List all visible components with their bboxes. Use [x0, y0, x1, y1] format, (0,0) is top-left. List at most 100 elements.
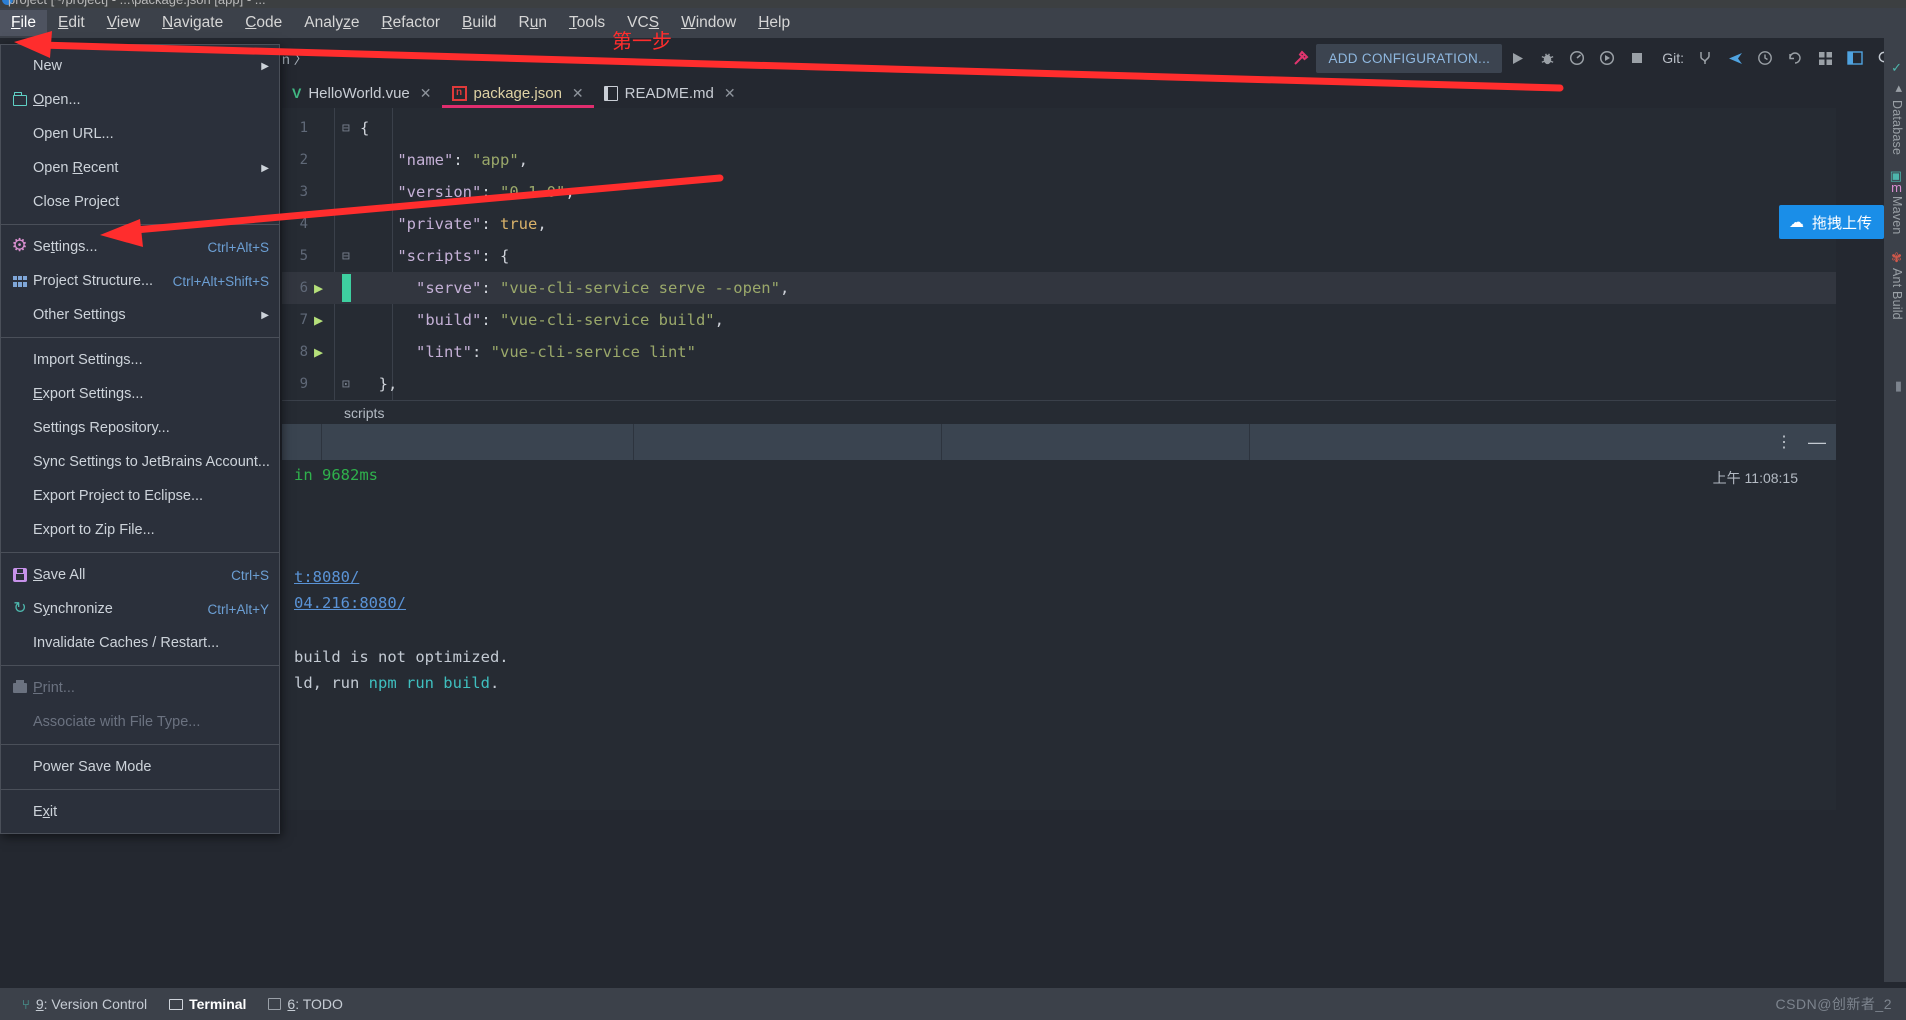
- menu-icon: [9, 385, 31, 403]
- menu-item-open-recent[interactable]: Open Recent ▶: [1, 151, 279, 185]
- close-icon[interactable]: ✕: [420, 85, 432, 102]
- right-strip-item-database[interactable]: Database: [1890, 100, 1904, 155]
- rollback-icon[interactable]: [1780, 43, 1810, 73]
- menu-icon: [9, 453, 31, 471]
- menu-item-label: Settings Repository...: [33, 420, 170, 436]
- terminal-line: ld, run npm run build.: [294, 674, 499, 692]
- fold-end-icon[interactable]: ⊡: [342, 377, 350, 392]
- upload-badge[interactable]: ☁ 拖拽上传: [1778, 205, 1884, 239]
- menu-item-shortcut: Ctrl+S: [231, 567, 269, 583]
- run-icon[interactable]: [1502, 43, 1532, 73]
- watermark: CSDN@创新者_2: [1775, 996, 1892, 1012]
- menu-item-save-all[interactable]: Save All Ctrl+S: [1, 558, 279, 592]
- menu-icon: [9, 57, 31, 75]
- editor-line: 9 ⊡ },: [282, 368, 1836, 400]
- tool-window-header: ⋮ —: [282, 424, 1836, 460]
- menu-tools[interactable]: Tools: [558, 10, 616, 36]
- scroll-thumb[interactable]: ▮: [1895, 378, 1902, 394]
- status-item-version-control[interactable]: ⑂ 9: Version Control: [22, 996, 147, 1012]
- hammer-icon[interactable]: [1286, 43, 1316, 73]
- more-options-icon[interactable]: ⋮: [1776, 432, 1792, 452]
- menu-item-project-structure[interactable]: Project Structure... Ctrl+Alt+Shift+S: [1, 264, 279, 298]
- run-script-icon[interactable]: ▶: [314, 279, 323, 297]
- menu-item-sync-settings-jetbrains[interactable]: Sync Settings to JetBrains Account...: [1, 445, 279, 479]
- menu-item-open[interactable]: Open...: [1, 83, 279, 117]
- menu-navigate[interactable]: Navigate: [151, 10, 234, 36]
- stop-icon[interactable]: [1622, 43, 1652, 73]
- debug-icon[interactable]: [1532, 43, 1562, 73]
- layout-icon[interactable]: [1810, 43, 1840, 73]
- coverage-icon[interactable]: [1562, 43, 1592, 73]
- close-icon[interactable]: ✕: [724, 85, 736, 102]
- terminal-command: npm run build: [368, 674, 490, 692]
- tab-helloworld-vue[interactable]: V HelloWorld.vue ✕: [282, 79, 442, 108]
- menu-item-open-url[interactable]: Open URL...: [1, 117, 279, 151]
- menu-file[interactable]: File: [0, 10, 47, 36]
- line-code: },: [360, 375, 398, 393]
- menu-item-shortcut: Ctrl+Alt+Y: [207, 601, 269, 617]
- project-breadcrumb[interactable]: n 〉: [282, 46, 308, 72]
- chevron-right-icon: ▶: [261, 162, 269, 174]
- terminal-text: ld, run: [294, 674, 369, 692]
- menu-window[interactable]: Window: [670, 10, 747, 36]
- menu-item-other-settings[interactable]: Other Settings ▶: [1, 298, 279, 332]
- status-item-todo[interactable]: 6: TODO: [268, 996, 343, 1012]
- tab-package-json[interactable]: n package.json ✕: [441, 79, 594, 108]
- editor-line: 5 ⊟ "scripts": {: [282, 240, 1836, 272]
- editor-line-active: 6 ▶ "serve": "vue-cli-service serve --op…: [282, 272, 1836, 304]
- menu-analyze[interactable]: Analyze: [293, 10, 370, 36]
- menu-item-import-settings[interactable]: Import Settings...: [1, 343, 279, 377]
- menu-help[interactable]: Help: [747, 10, 801, 36]
- right-strip-item-ant-build[interactable]: Ant Build: [1890, 268, 1904, 320]
- terminal-link[interactable]: t:8080/: [294, 568, 359, 586]
- menu-item-invalidate-caches[interactable]: Invalidate Caches / Restart...: [1, 626, 279, 660]
- scroll-up-icon[interactable]: ▴: [1895, 80, 1902, 96]
- line-code: "name": "app",: [360, 151, 529, 169]
- menu-item-settings[interactable]: Settings... Ctrl+Alt+S: [1, 230, 279, 264]
- right-strip-item-maven[interactable]: Maven: [1890, 196, 1904, 235]
- line-number: 7: [299, 312, 308, 328]
- minimize-icon[interactable]: —: [1808, 432, 1826, 453]
- menu-item-label: Open URL...: [33, 126, 114, 142]
- tab-readme-md[interactable]: README.md ✕: [594, 79, 746, 108]
- menu-run[interactable]: Run: [508, 10, 558, 36]
- branch-icon[interactable]: [1690, 43, 1720, 73]
- run-script-icon[interactable]: ▶: [314, 343, 323, 361]
- status-item-terminal[interactable]: Terminal: [169, 996, 246, 1012]
- menu-item-new[interactable]: New ▶: [1, 49, 279, 83]
- terminal-panel[interactable]: in 9682ms t:8080/ 04.216:8080/ build is …: [282, 460, 1836, 810]
- line-code: "private": true,: [360, 215, 547, 233]
- profile-icon[interactable]: [1592, 43, 1622, 73]
- menu-view[interactable]: View: [96, 10, 151, 36]
- menu-item-print: Print...: [1, 671, 279, 705]
- menu-item-export-project-eclipse[interactable]: Export Project to Eclipse...: [1, 479, 279, 513]
- menu-build[interactable]: Build: [451, 10, 507, 36]
- run-script-icon[interactable]: ▶: [314, 311, 323, 329]
- status-item-label: 6: TODO: [287, 996, 343, 1012]
- fold-icon[interactable]: ⊟: [342, 121, 350, 136]
- menu-item-power-save-mode[interactable]: Power Save Mode: [1, 750, 279, 784]
- menu-item-close-project[interactable]: Close Project: [1, 185, 279, 219]
- terminal-timestamp: 上午 11:08:15: [1712, 470, 1798, 486]
- history-icon[interactable]: [1750, 43, 1780, 73]
- menu-edit[interactable]: Edit: [47, 10, 96, 36]
- push-icon[interactable]: [1720, 43, 1750, 73]
- preview-icon[interactable]: [1840, 43, 1870, 73]
- tw-cell: [942, 424, 1250, 460]
- check-icon[interactable]: ✓: [1891, 60, 1902, 76]
- tab-label: README.md: [624, 84, 714, 102]
- menu-item-label: Sync Settings to JetBrains Account...: [33, 454, 270, 470]
- menu-code[interactable]: Code: [234, 10, 293, 36]
- menu-item-settings-repository[interactable]: Settings Repository...: [1, 411, 279, 445]
- menu-item-exit[interactable]: Exit: [1, 795, 279, 829]
- add-configuration-button[interactable]: ADD CONFIGURATION...: [1316, 43, 1503, 73]
- menu-item-export-zip[interactable]: Export to Zip File...: [1, 513, 279, 547]
- menu-item-synchronize[interactable]: ↻ Synchronize Ctrl+Alt+Y: [1, 592, 279, 626]
- menu-refactor[interactable]: Refactor: [370, 10, 451, 36]
- menu-item-export-settings[interactable]: Export Settings...: [1, 377, 279, 411]
- editor-breadcrumb[interactable]: scripts: [282, 400, 1836, 424]
- fold-icon[interactable]: ⊟: [342, 249, 350, 264]
- code-editor[interactable]: 1 ⊟ { 2 "name": "app", 3 "version": "0.1…: [282, 108, 1836, 418]
- close-icon[interactable]: ✕: [572, 85, 584, 102]
- terminal-link[interactable]: 04.216:8080/: [294, 594, 406, 612]
